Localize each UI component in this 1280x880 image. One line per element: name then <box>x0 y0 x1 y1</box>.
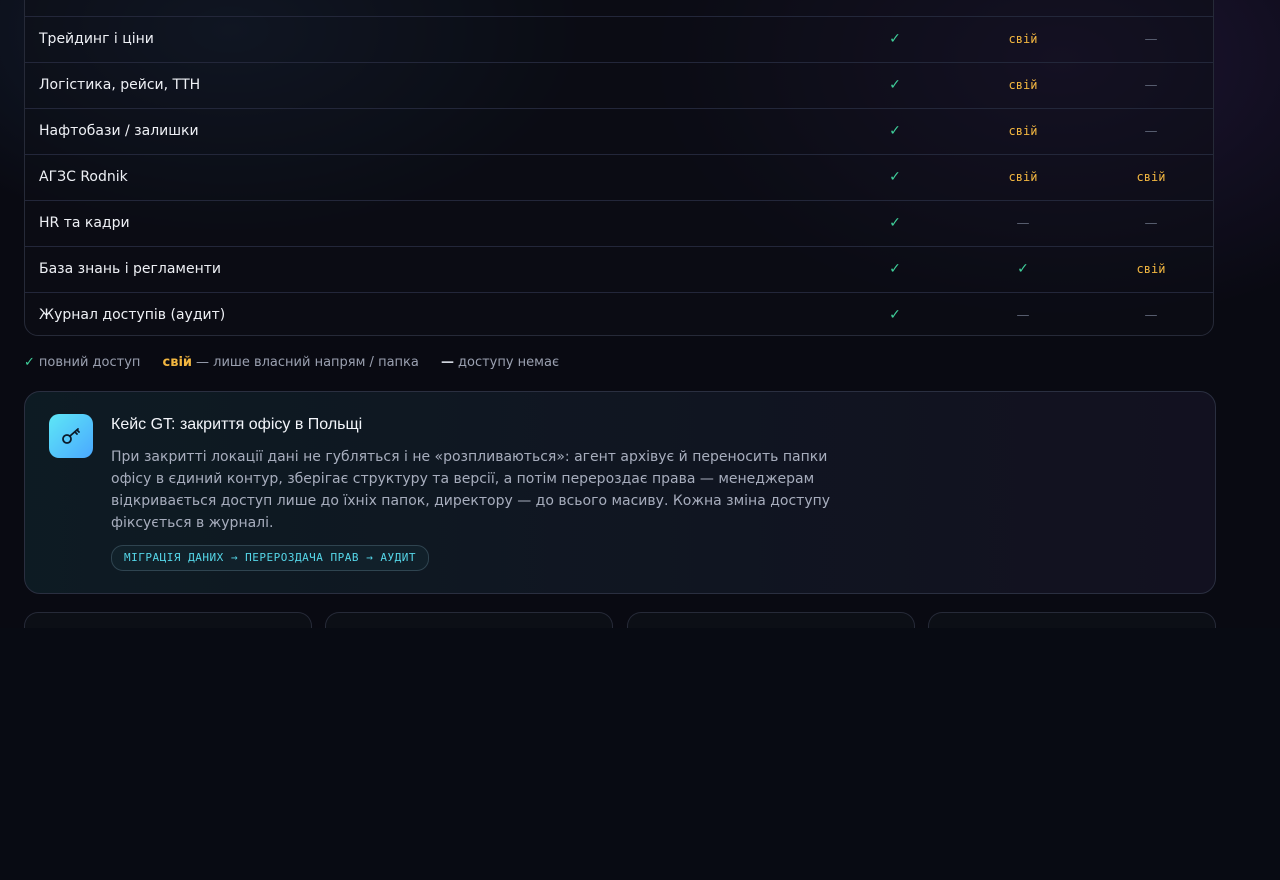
row-label: Логістика, рейси, ТТН <box>39 77 201 93</box>
case-process-tag: МІГРАЦІЯ ДАНИХ → ПЕРЕРОЗДАЧА ПРАВ → АУДИ… <box>111 545 430 571</box>
case-description: При закритті локації дані не губляться і… <box>111 449 831 531</box>
access-cell: — <box>1144 124 1158 139</box>
key-icon <box>49 414 93 458</box>
row-label: База знань і регламенти <box>39 261 221 277</box>
access-cell: — <box>1016 216 1030 231</box>
case-study-card: Кейс GT: закриття офісу в Польщі При зак… <box>24 391 1216 594</box>
access-cell: свій <box>1008 124 1038 138</box>
table-row: АГЗС Rodnik ✓ свій свій <box>25 154 1213 200</box>
access-legend: ✓ повний доступ свій — лише власний напрям… <box>24 353 563 373</box>
access-cell: ✓ <box>889 77 901 93</box>
legend-none-symbol: — <box>441 355 454 370</box>
row-label: HR та кадри <box>39 215 130 231</box>
table-row: Трейдинг і ціни ✓ свій — <box>25 16 1213 62</box>
row-label: Трейдинг і ціни <box>39 31 154 47</box>
table-row: База знань і регламенти ✓ ✓ свій <box>25 246 1213 292</box>
access-matrix-table: Трейдинг і ціни ✓ свій — Логістика, рейс… <box>24 0 1214 336</box>
case-title: Кейс GT: закриття офісу в Польщі <box>111 416 363 433</box>
row-label: АГЗС Rodnik <box>39 169 128 185</box>
row-label: Журнал доступів (аудит) <box>39 307 226 323</box>
table-row: Журнал доступів (аудит) ✓ — — <box>25 292 1213 335</box>
table-row: Нафтобази / залишки ✓ свій — <box>25 108 1213 154</box>
table-row: Логістика, рейси, ТТН ✓ свій — <box>25 62 1213 108</box>
access-cell: ✓ <box>889 215 901 231</box>
access-cell: свій <box>1008 32 1038 46</box>
access-cell: — <box>1144 32 1158 47</box>
access-cell: свій <box>1008 78 1038 92</box>
access-cell: ✓ <box>1017 261 1029 277</box>
legend-full-symbol: ✓ <box>24 355 35 370</box>
access-cell: свій <box>1008 170 1038 184</box>
row-label: Нафтобази / залишки <box>39 123 199 139</box>
access-cell: свій <box>1136 262 1166 276</box>
access-cell: — <box>1144 78 1158 93</box>
access-cell: ✓ <box>889 169 901 185</box>
access-cell: ✓ <box>889 261 901 277</box>
table-row: HR та кадри ✓ — — <box>25 200 1213 246</box>
legend-own-text: — лише власний напрям / папка <box>196 355 419 370</box>
access-cell: свій <box>1136 170 1166 184</box>
access-cell: — <box>1144 216 1158 231</box>
legend-full-text: повний доступ <box>38 355 141 370</box>
access-cell: ✓ <box>889 307 901 323</box>
page-bottom-area <box>0 628 1280 880</box>
access-cell: ✓ <box>889 31 901 47</box>
legend-own-symbol: свій <box>162 355 193 370</box>
legend-none-text: доступу немає <box>458 355 560 370</box>
access-cell: — <box>1016 308 1030 323</box>
access-cell: — <box>1144 308 1158 323</box>
access-cell: ✓ <box>889 123 901 139</box>
